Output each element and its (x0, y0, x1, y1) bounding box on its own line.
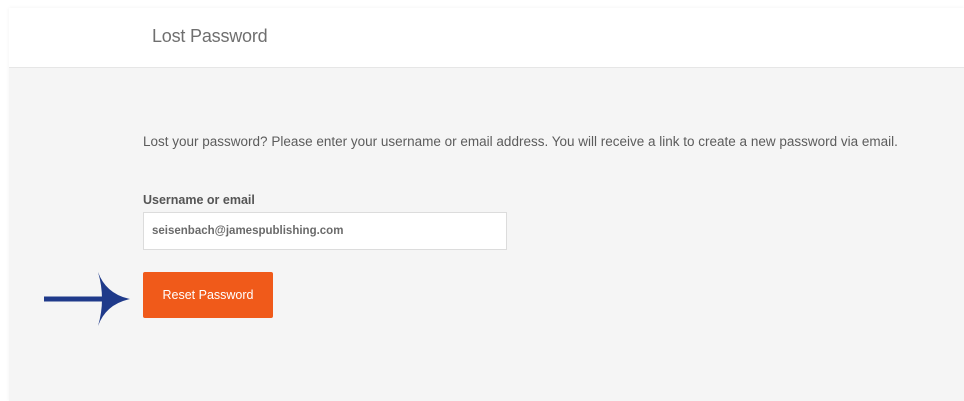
page: Lost Password Lost your password? Please… (0, 0, 964, 401)
page-title: Lost Password (152, 26, 268, 46)
reset-password-button[interactable]: Reset Password (143, 272, 273, 318)
username-email-input[interactable] (143, 212, 507, 250)
instructions-text: Lost your password? Please enter your us… (143, 134, 898, 149)
card-header: Lost Password (9, 8, 964, 68)
username-label: Username or email (143, 193, 255, 207)
arrow-right-icon (44, 272, 130, 326)
